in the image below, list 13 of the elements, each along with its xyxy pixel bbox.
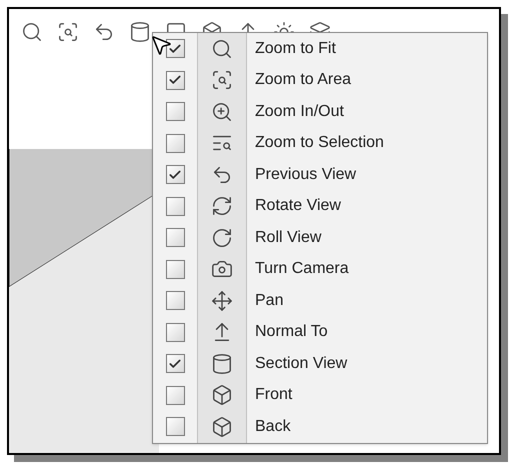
menu-item-label: Zoom to Fit: [255, 38, 336, 59]
menu-item-label: Back: [255, 416, 291, 437]
menu-item-label: Rotate View: [255, 196, 341, 216]
menu-item-label: Zoom In/Out: [255, 102, 344, 122]
menu-item-label: Previous View: [255, 164, 356, 185]
menu-item-label: Zoom to Selection: [255, 133, 384, 154]
menu-item-label: Pan: [255, 290, 284, 311]
menu-item-label: Normal To: [255, 322, 328, 342]
menu-item-label: Turn Camera: [255, 259, 349, 280]
menu-item-label: Front: [255, 385, 292, 406]
menu-item-label: Roll View: [255, 228, 322, 248]
menu-item-label: Zoom to Area: [255, 70, 352, 90]
menu-item-label: Section View: [255, 354, 348, 374]
